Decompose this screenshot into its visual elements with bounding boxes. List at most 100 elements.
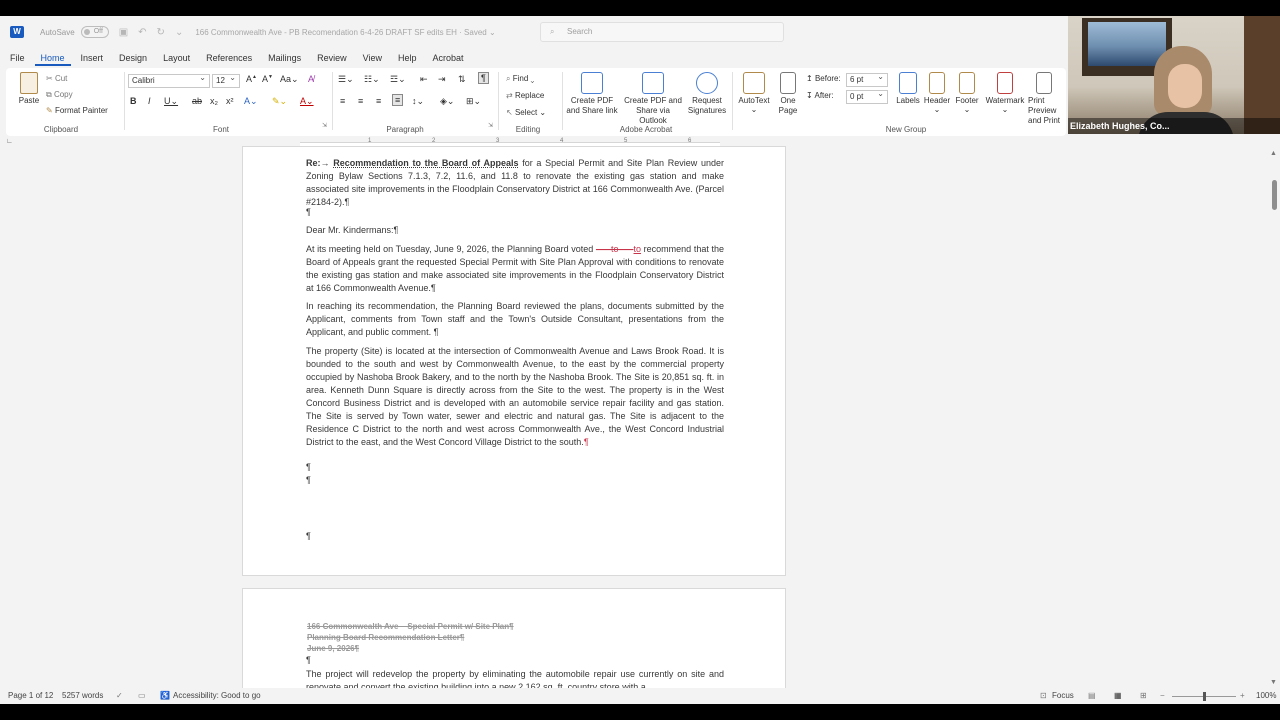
save-icon[interactable]: ▣ bbox=[119, 27, 128, 38]
change-case-icon[interactable]: Aa⌄ bbox=[280, 74, 299, 85]
request-signatures-button[interactable]: Request Signatures bbox=[686, 72, 728, 116]
tab-design[interactable]: Design bbox=[113, 50, 153, 66]
undo-icon[interactable]: ↶ bbox=[138, 27, 146, 38]
focus-mode[interactable]: Focus bbox=[1052, 691, 1074, 700]
copy-button[interactable]: ⧉ Copy bbox=[46, 90, 73, 100]
document-page[interactable]: Re:→ Recommendation to the Board of Appe… bbox=[242, 146, 786, 576]
strikethrough-icon[interactable]: ab bbox=[192, 96, 202, 106]
tab-insert[interactable]: Insert bbox=[75, 50, 110, 66]
decrease-indent-icon[interactable]: ⇤ bbox=[420, 74, 428, 85]
bold-icon[interactable]: B bbox=[130, 96, 137, 106]
shading-icon[interactable]: ◈⌄ bbox=[440, 96, 454, 107]
line-spacing-icon[interactable]: ↕⌄ bbox=[412, 96, 424, 107]
salutation[interactable]: Dear Mr. Kindermans:¶ bbox=[306, 224, 724, 237]
watermark-button[interactable]: Watermark ⌄ bbox=[984, 72, 1026, 114]
numbering-icon[interactable]: ☷⌄ bbox=[364, 74, 380, 85]
customize-qat-icon[interactable]: ⌄ bbox=[175, 27, 183, 38]
document-page-2[interactable]: 166 Commonwealth Ave – Special Permit w/… bbox=[242, 588, 786, 704]
align-left-icon[interactable]: ≡ bbox=[340, 96, 345, 106]
shrink-font-icon[interactable]: A▼ bbox=[262, 74, 273, 84]
search-input[interactable]: ⌕ Search bbox=[540, 22, 784, 42]
spacing-before-input[interactable]: 6 pt bbox=[846, 71, 888, 87]
paragraph-dialog-launcher-icon[interactable]: ⇲ bbox=[488, 122, 493, 129]
labels-button[interactable]: Labels bbox=[894, 72, 922, 105]
font-dialog-launcher-icon[interactable]: ⇲ bbox=[322, 122, 327, 129]
tab-help[interactable]: Help bbox=[392, 50, 423, 66]
highlight-icon[interactable]: ✎⌄ bbox=[272, 96, 287, 107]
macro-icon[interactable]: ▭ bbox=[138, 691, 146, 700]
underline-icon[interactable]: U⌄ bbox=[164, 96, 178, 107]
increase-indent-icon[interactable]: ⇥ bbox=[438, 74, 446, 85]
tab-references[interactable]: References bbox=[200, 50, 258, 66]
clear-formatting-icon[interactable]: A̸ bbox=[308, 74, 314, 84]
status-bar: Page 1 of 12 5257 words ✓ ▭ ♿ Accessibil… bbox=[0, 688, 1280, 704]
spacing-after-input[interactable]: 0 pt bbox=[846, 88, 888, 104]
create-pdf-share-link-button[interactable]: Create PDF and Share link bbox=[566, 72, 618, 116]
font-color-icon[interactable]: A⌄ bbox=[300, 96, 314, 107]
italic-icon[interactable]: I bbox=[148, 96, 151, 106]
word-count[interactable]: 5257 words bbox=[62, 691, 103, 700]
tab-view[interactable]: View bbox=[357, 50, 388, 66]
paragraph-group-label: Paragraph bbox=[386, 125, 424, 134]
read-mode-icon[interactable]: ▤ bbox=[1088, 691, 1096, 700]
zoom-out-icon[interactable]: − bbox=[1160, 691, 1165, 700]
replace-button[interactable]: ⇄ Replace bbox=[506, 91, 544, 100]
document-title[interactable]: 166 Commonwealth Ave - PB Recomendation … bbox=[195, 28, 495, 37]
create-pdf-outlook-button[interactable]: Create PDF and Share via Outlook bbox=[622, 72, 684, 126]
one-page-button[interactable]: One Page bbox=[776, 72, 800, 116]
print-preview-button[interactable]: Print Preview and Print bbox=[1028, 72, 1066, 132]
bullets-icon[interactable]: ☰⌄ bbox=[338, 74, 354, 85]
subscript-icon[interactable]: x₂ bbox=[210, 96, 218, 106]
tab-home[interactable]: Home bbox=[34, 50, 71, 66]
zoom-in-icon[interactable]: + bbox=[1240, 691, 1245, 700]
redo-icon[interactable]: ↻ bbox=[157, 27, 165, 38]
align-center-icon[interactable]: ≡ bbox=[358, 96, 363, 106]
scroll-down-icon[interactable]: ▼ bbox=[1270, 679, 1277, 686]
document-canvas[interactable]: Re:→ Recommendation to the Board of Appe… bbox=[0, 146, 1270, 704]
zoom-slider-thumb[interactable] bbox=[1203, 692, 1206, 701]
footer-button[interactable]: Footer ⌄ bbox=[952, 72, 982, 114]
vertical-scrollbar[interactable]: ▲ ▼ bbox=[1268, 148, 1280, 688]
re-prefix: Re: bbox=[306, 158, 321, 168]
watermark-label: Watermark bbox=[985, 96, 1025, 105]
align-right-icon[interactable]: ≡ bbox=[376, 96, 381, 106]
grow-font-icon[interactable]: A▲ bbox=[246, 74, 257, 84]
font-size-select[interactable]: 12 bbox=[212, 72, 240, 88]
text-effects-icon[interactable]: A⌄ bbox=[244, 96, 258, 107]
tab-acrobat[interactable]: Acrobat bbox=[427, 50, 470, 66]
tab-file[interactable]: File bbox=[4, 50, 31, 66]
tab-mailings[interactable]: Mailings bbox=[262, 50, 307, 66]
paragraph-3[interactable]: The property (Site) is located at the in… bbox=[306, 345, 724, 449]
zoom-level[interactable]: 100% bbox=[1256, 691, 1276, 700]
header-button[interactable]: Header ⌄ bbox=[922, 72, 952, 114]
paragraph-1[interactable]: At its meeting held on Tuesday, June 9, … bbox=[306, 243, 724, 295]
format-painter-button[interactable]: ✎ Format Painter bbox=[46, 106, 108, 115]
focus-icon[interactable]: ⊡ bbox=[1040, 691, 1047, 700]
find-button[interactable]: ⌕ Find ⌄ bbox=[506, 74, 534, 84]
superscript-icon[interactable]: x² bbox=[226, 96, 234, 106]
borders-icon[interactable]: ⊞⌄ bbox=[466, 96, 481, 107]
cut-button[interactable]: ✂ Cut bbox=[46, 74, 67, 83]
select-button[interactable]: ↖ Select ⌄ bbox=[506, 108, 546, 117]
autotext-button[interactable]: AutoText ⌄ bbox=[736, 72, 772, 114]
paragraph-2[interactable]: In reaching its recommendation, the Plan… bbox=[306, 300, 724, 339]
tab-review[interactable]: Review bbox=[311, 50, 353, 66]
autosave-toggle[interactable]: Off bbox=[80, 26, 109, 38]
print-layout-icon[interactable]: ▦ bbox=[1114, 691, 1122, 700]
scrollbar-thumb[interactable] bbox=[1272, 180, 1277, 210]
show-formatting-icon[interactable]: ¶ bbox=[478, 72, 489, 84]
accessibility-icon[interactable]: ♿ bbox=[160, 691, 170, 700]
tab-layout[interactable]: Layout bbox=[157, 50, 196, 66]
proofing-icon[interactable]: ✓ bbox=[116, 691, 123, 700]
font-family-select[interactable]: Calibri bbox=[128, 72, 210, 88]
page-count[interactable]: Page 1 of 12 bbox=[8, 691, 53, 700]
multilevel-list-icon[interactable]: ☲⌄ bbox=[390, 74, 406, 85]
tab-selector-icon[interactable]: ∟ bbox=[6, 138, 13, 145]
justify-icon[interactable]: ≡ bbox=[392, 94, 404, 106]
sort-icon[interactable]: ⇅ bbox=[458, 74, 466, 85]
accessibility-status[interactable]: Accessibility: Good to go bbox=[173, 691, 261, 700]
web-layout-icon[interactable]: ⊞ bbox=[1140, 691, 1147, 700]
paste-button[interactable]: Paste bbox=[16, 72, 42, 105]
scroll-up-icon[interactable]: ▲ bbox=[1270, 150, 1277, 157]
re-line[interactable]: Re:→ Recommendation to the Board of Appe… bbox=[306, 157, 724, 209]
